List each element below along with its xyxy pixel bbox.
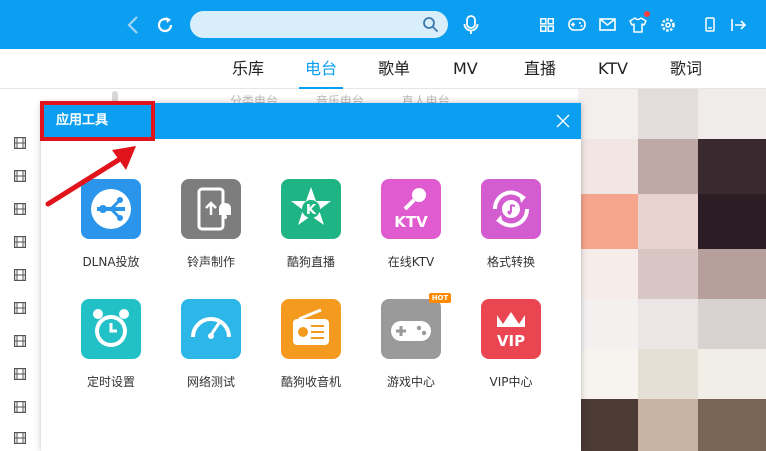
tab-live[interactable]: 直播 [524, 49, 556, 89]
svg-text:KTV: KTV [394, 213, 428, 231]
tool-kugou-live[interactable]: K 酷狗直播 [261, 179, 361, 289]
tab-radio[interactable]: 电台 [298, 49, 344, 89]
svg-text:VIP: VIP [497, 332, 525, 350]
mv-icon[interactable] [14, 203, 26, 215]
kugou-live-icon: K [281, 179, 341, 239]
mv-icon[interactable] [14, 236, 26, 248]
tool-label: DLNA投放 [82, 255, 140, 269]
annotation-arrow [45, 146, 136, 207]
mv-icon[interactable] [14, 432, 26, 444]
tool-label: 网络测试 [186, 375, 235, 389]
settings-icon[interactable] [658, 0, 678, 49]
tool-label: 酷狗收音机 [280, 375, 341, 389]
tool-label: 在线KTV [387, 255, 435, 269]
skin-icon[interactable] [627, 0, 649, 49]
tool-label: 格式转换 [486, 255, 535, 269]
banner-image [578, 89, 766, 451]
voice-icon[interactable] [461, 0, 481, 49]
exit-icon[interactable] [727, 0, 749, 49]
game-icon[interactable] [566, 0, 588, 49]
notification-dot [644, 11, 650, 17]
mv-icon[interactable] [14, 170, 26, 182]
close-icon[interactable] [555, 113, 571, 129]
search-input[interactable] [190, 11, 448, 38]
mail-icon[interactable] [596, 0, 618, 49]
vip-crown-icon: VIP [481, 299, 541, 359]
highlight-box [40, 101, 155, 141]
tab-library[interactable]: 乐库 [232, 49, 264, 89]
tool-label: VIP中心 [489, 375, 533, 389]
mini-player-icon[interactable] [701, 0, 719, 49]
mv-icon[interactable] [14, 368, 26, 380]
hot-badge: HOT [429, 293, 451, 303]
tab-ktv[interactable]: KTV [598, 49, 628, 89]
tab-lyrics[interactable]: 歌词 [670, 49, 702, 89]
tool-vip-center[interactable]: VIP VIP中心 [461, 299, 561, 409]
mv-icon[interactable] [14, 401, 26, 413]
mv-icon[interactable] [14, 137, 26, 149]
mv-icon[interactable] [14, 269, 26, 281]
ktv-mic-icon: KTV [381, 179, 441, 239]
tool-label: 游戏中心 [386, 375, 435, 389]
format-convert-icon [481, 179, 541, 239]
radio-icon [281, 299, 341, 359]
title-bar [0, 0, 766, 49]
tool-timer[interactable]: 定时设置 [61, 299, 161, 409]
refresh-icon[interactable] [153, 0, 177, 49]
tool-format-convert[interactable]: 格式转换 [461, 179, 561, 289]
tool-label: 定时设置 [86, 375, 135, 389]
mv-icon[interactable] [14, 335, 26, 347]
tool-label: 酷狗直播 [286, 255, 335, 269]
alarm-clock-icon [81, 299, 141, 359]
speed-gauge-icon [181, 299, 241, 359]
mv-icon[interactable] [14, 302, 26, 314]
tab-playlists[interactable]: 歌单 [378, 49, 410, 89]
tool-ktv[interactable]: KTV 在线KTV [361, 179, 461, 289]
tool-game-center[interactable]: HOT 游戏中心 [361, 293, 461, 409]
apps-icon[interactable] [537, 0, 557, 49]
tool-label: 铃声制作 [186, 255, 235, 269]
tool-ringtone[interactable]: 铃声制作 [161, 179, 261, 289]
tool-radio[interactable]: 酷狗收音机 [261, 299, 361, 409]
ringtone-icon [181, 179, 241, 239]
tab-mv[interactable]: MV [453, 49, 478, 89]
svg-text:K: K [306, 203, 317, 218]
main-nav: 乐库 电台 歌单 MV 直播 KTV 歌词 [0, 49, 766, 138]
back-icon[interactable] [122, 0, 144, 49]
gamepad-icon [381, 299, 441, 359]
search-icon[interactable] [422, 16, 439, 33]
tool-network-test[interactable]: 网络测试 [161, 299, 261, 409]
